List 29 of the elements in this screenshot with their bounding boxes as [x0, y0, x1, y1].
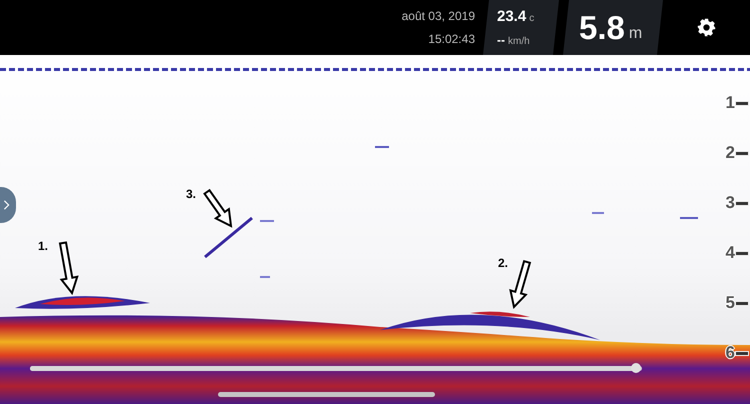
speed-unit: km/h: [508, 36, 530, 47]
chevron-right-icon: [3, 199, 10, 211]
settings-icon[interactable]: [697, 18, 716, 37]
annotation-arrow: [58, 241, 79, 296]
depth-scale-label: 4: [726, 243, 735, 263]
depth-scale-label: 6: [726, 343, 735, 363]
depth-tick-mark: [736, 152, 748, 154]
temperature-value: 23.4: [497, 8, 526, 25]
depth-scale-label: 1: [726, 93, 735, 113]
depth-tick-mark: [736, 252, 748, 254]
annotation-arrow: [509, 260, 532, 310]
depth-tick-mark: [736, 352, 748, 354]
annotation-label: 1.: [38, 239, 48, 253]
annotation-label: 2.: [498, 256, 508, 270]
depth-scale-label: 2: [726, 143, 735, 163]
depth-tick-mark: [736, 102, 748, 104]
temperature-unit: c: [529, 13, 534, 24]
fish-echo: [204, 216, 253, 258]
depth-scale-label: 5: [726, 293, 735, 313]
depth-unit: m: [628, 24, 642, 42]
depth-scale-label: 3: [726, 193, 735, 213]
speed-value: --: [497, 33, 505, 47]
depth-value: 5.8: [579, 8, 625, 46]
depth-tick-mark: [736, 302, 748, 304]
annotation-arrow: [203, 188, 232, 228]
time-label: 15:02:43: [428, 32, 475, 46]
annotation-label: 3.: [186, 187, 196, 201]
date-label: août 03, 2019: [402, 8, 475, 23]
depth-tick-mark: [736, 202, 748, 204]
